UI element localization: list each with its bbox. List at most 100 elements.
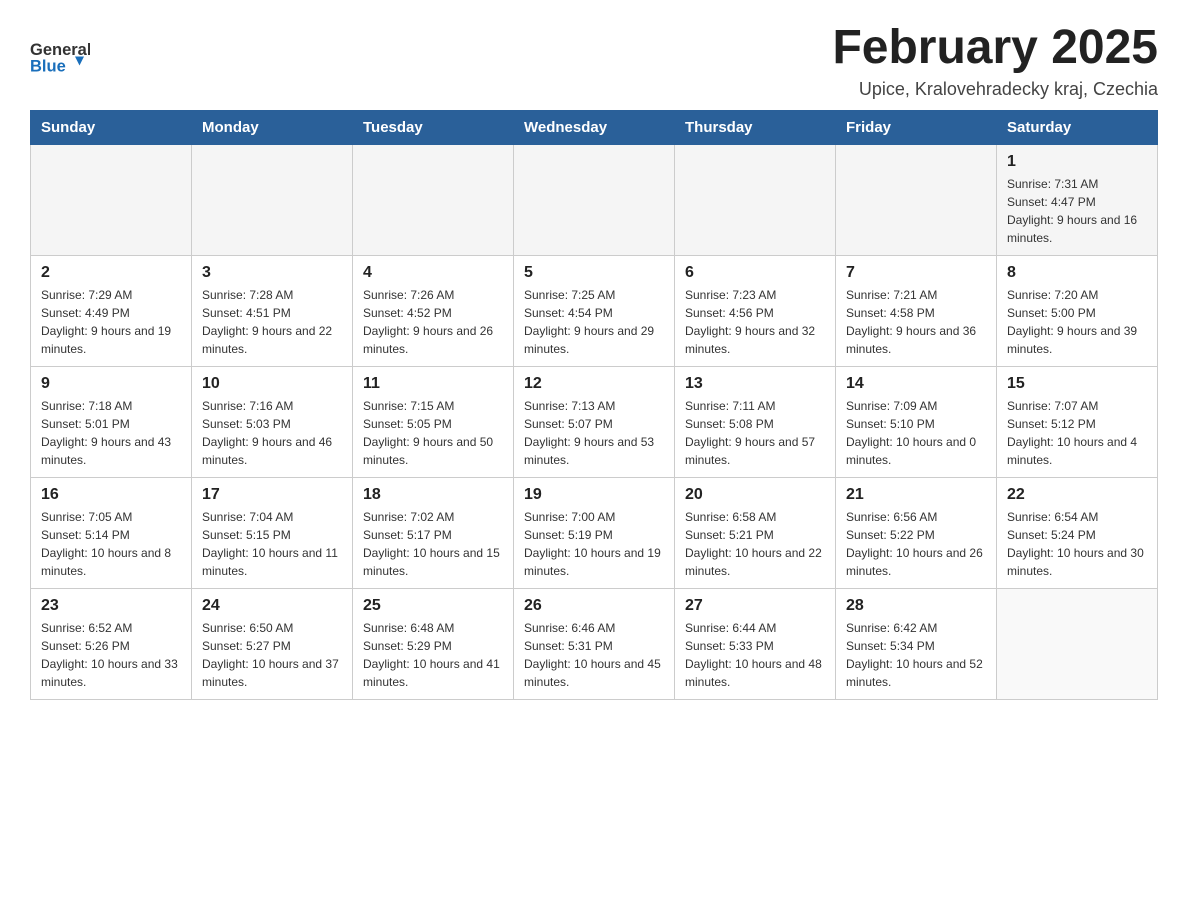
calendar-cell-w4-d2: 17Sunrise: 7:04 AMSunset: 5:15 PMDayligh… <box>192 478 353 589</box>
calendar-cell-w2-d1: 2 Sunrise: 7:29 AMSunset: 4:49 PMDaylight… <box>31 256 192 367</box>
sunset-text: Sunset: 5:34 PM <box>846 637 986 655</box>
sunrise-text: Sunrise: 6:56 AM <box>846 508 986 526</box>
sunset-text: Sunset: 5:05 PM <box>363 415 503 433</box>
calendar-cell-w3-d6: 14Sunrise: 7:09 AMSunset: 5:10 PMDayligh… <box>836 367 997 478</box>
daylight-text: Daylight: 10 hours and 15 minutes. <box>363 544 503 580</box>
sunrise-text: Sunrise: 7:15 AM <box>363 397 503 415</box>
sunrise-text: Sunrise: 7:09 AM <box>846 397 986 415</box>
calendar-cell-w2-d6: 7Sunrise: 7:21 AMSunset: 4:58 PMDaylight… <box>836 256 997 367</box>
daylight-text: Daylight: 9 hours and 22 minutes. <box>202 322 342 358</box>
day-number: 23 <box>41 597 181 615</box>
sunset-text: Sunset: 5:03 PM <box>202 415 342 433</box>
calendar-week-5: 23 Sunrise: 6:52 AMSunset: 5:26 PMDayligh… <box>31 589 1158 700</box>
sunset-text: Sunset: 5:07 PM <box>524 415 664 433</box>
sunset-text: Sunset: 5:31 PM <box>524 637 664 655</box>
calendar-cell-w3-d2: 10Sunrise: 7:16 AMSunset: 5:03 PMDayligh… <box>192 367 353 478</box>
daylight-text: Daylight: 10 hours and 19 minutes. <box>524 544 664 580</box>
daylight-text: Daylight: 10 hours and 4 minutes. <box>1007 433 1147 469</box>
day-info: Sunrise: 7:18 AMSunset: 5:01 PMDaylight:… <box>41 397 181 469</box>
sunset-text: Sunset: 4:47 PM <box>1007 193 1147 211</box>
sunrise-text: Sunrise: 7:25 AM <box>524 286 664 304</box>
day-number: 26 <box>524 597 664 615</box>
day-info: Sunrise: 7:21 AMSunset: 4:58 PMDaylight:… <box>846 286 986 358</box>
day-info: Sunrise: 7:31 AMSunset: 4:47 PMDaylight:… <box>1007 175 1147 247</box>
day-number: 4 <box>363 264 503 282</box>
sunrise-text: Sunrise: 7:07 AM <box>1007 397 1147 415</box>
daylight-text: Daylight: 9 hours and 50 minutes. <box>363 433 503 469</box>
calendar-cell-w4-d6: 21Sunrise: 6:56 AMSunset: 5:22 PMDayligh… <box>836 478 997 589</box>
calendar-cell-w4-d5: 20Sunrise: 6:58 AMSunset: 5:21 PMDayligh… <box>675 478 836 589</box>
header-saturday: Saturday <box>997 111 1158 145</box>
page-subtitle: Upice, Kralovehradecky kraj, Czechia <box>832 79 1158 100</box>
sunset-text: Sunset: 5:22 PM <box>846 526 986 544</box>
day-info: Sunrise: 7:07 AMSunset: 5:12 PMDaylight:… <box>1007 397 1147 469</box>
calendar-cell-w3-d3: 11 Sunrise: 7:15 AMSunset: 5:05 PMDayligh… <box>353 367 514 478</box>
sunset-text: Sunset: 4:52 PM <box>363 304 503 322</box>
calendar-cell-w2-d4: 5 Sunrise: 7:25 AMSunset: 4:54 PMDaylight… <box>514 256 675 367</box>
calendar-cell-w3-d7: 15Sunrise: 7:07 AMSunset: 5:12 PMDayligh… <box>997 367 1158 478</box>
calendar-header-row: Sunday Monday Tuesday Wednesday Thursday… <box>31 111 1158 145</box>
daylight-text: Daylight: 9 hours and 36 minutes. <box>846 322 986 358</box>
daylight-text: Daylight: 10 hours and 41 minutes. <box>363 655 503 691</box>
day-number: 6 <box>685 264 825 282</box>
day-number: 2 <box>41 264 181 282</box>
sunrise-text: Sunrise: 7:02 AM <box>363 508 503 526</box>
sunrise-text: Sunrise: 7:31 AM <box>1007 175 1147 193</box>
page-title: February 2025 <box>832 20 1158 75</box>
day-info: Sunrise: 6:56 AMSunset: 5:22 PMDaylight:… <box>846 508 986 580</box>
sunset-text: Sunset: 4:51 PM <box>202 304 342 322</box>
day-info: Sunrise: 7:13 AMSunset: 5:07 PMDaylight:… <box>524 397 664 469</box>
sunrise-text: Sunrise: 7:13 AM <box>524 397 664 415</box>
day-info: Sunrise: 7:29 AMSunset: 4:49 PMDaylight:… <box>41 286 181 358</box>
day-info: Sunrise: 7:15 AMSunset: 5:05 PMDaylight:… <box>363 397 503 469</box>
day-info: Sunrise: 7:02 AMSunset: 5:17 PMDaylight:… <box>363 508 503 580</box>
sunrise-text: Sunrise: 6:46 AM <box>524 619 664 637</box>
sunset-text: Sunset: 4:54 PM <box>524 304 664 322</box>
calendar-cell-w4-d1: 16Sunrise: 7:05 AMSunset: 5:14 PMDayligh… <box>31 478 192 589</box>
calendar-cell-w1-d1 <box>31 145 192 256</box>
daylight-text: Daylight: 9 hours and 32 minutes. <box>685 322 825 358</box>
sunrise-text: Sunrise: 7:29 AM <box>41 286 181 304</box>
calendar-week-2: 2 Sunrise: 7:29 AMSunset: 4:49 PMDaylight… <box>31 256 1158 367</box>
day-number: 1 <box>1007 153 1147 171</box>
sunrise-text: Sunrise: 7:11 AM <box>685 397 825 415</box>
sunset-text: Sunset: 5:26 PM <box>41 637 181 655</box>
sunset-text: Sunset: 4:58 PM <box>846 304 986 322</box>
day-number: 18 <box>363 486 503 504</box>
sunrise-text: Sunrise: 7:20 AM <box>1007 286 1147 304</box>
sunrise-text: Sunrise: 6:58 AM <box>685 508 825 526</box>
calendar-cell-w2-d3: 4Sunrise: 7:26 AMSunset: 4:52 PMDaylight… <box>353 256 514 367</box>
day-info: Sunrise: 7:00 AMSunset: 5:19 PMDaylight:… <box>524 508 664 580</box>
daylight-text: Daylight: 10 hours and 26 minutes. <box>846 544 986 580</box>
daylight-text: Daylight: 9 hours and 46 minutes. <box>202 433 342 469</box>
calendar-week-1: 1 Sunrise: 7:31 AMSunset: 4:47 PMDaylight… <box>31 145 1158 256</box>
day-info: Sunrise: 7:25 AMSunset: 4:54 PMDaylight:… <box>524 286 664 358</box>
calendar-cell-w1-d6 <box>836 145 997 256</box>
daylight-text: Daylight: 9 hours and 43 minutes. <box>41 433 181 469</box>
calendar-cell-w5-d3: 25 Sunrise: 6:48 AMSunset: 5:29 PMDayligh… <box>353 589 514 700</box>
calendar-table: Sunday Monday Tuesday Wednesday Thursday… <box>30 110 1158 700</box>
daylight-text: Daylight: 10 hours and 11 minutes. <box>202 544 342 580</box>
day-number: 25 <box>363 597 503 615</box>
sunrise-text: Sunrise: 7:16 AM <box>202 397 342 415</box>
calendar-cell-w1-d3 <box>353 145 514 256</box>
header-thursday: Thursday <box>675 111 836 145</box>
calendar-cell-w5-d4: 26Sunrise: 6:46 AMSunset: 5:31 PMDayligh… <box>514 589 675 700</box>
calendar-cell-w1-d5 <box>675 145 836 256</box>
sunset-text: Sunset: 4:56 PM <box>685 304 825 322</box>
day-info: Sunrise: 6:48 AMSunset: 5:29 PMDaylight:… <box>363 619 503 691</box>
sunset-text: Sunset: 5:00 PM <box>1007 304 1147 322</box>
daylight-text: Daylight: 9 hours and 26 minutes. <box>363 322 503 358</box>
day-number: 5 <box>524 264 664 282</box>
calendar-cell-w2-d7: 8Sunrise: 7:20 AMSunset: 5:00 PMDaylight… <box>997 256 1158 367</box>
day-info: Sunrise: 7:23 AMSunset: 4:56 PMDaylight:… <box>685 286 825 358</box>
day-number: 11 <box>363 375 503 393</box>
title-block: February 2025 Upice, Kralovehradecky kra… <box>832 20 1158 100</box>
calendar-cell-w5-d2: 24Sunrise: 6:50 AMSunset: 5:27 PMDayligh… <box>192 589 353 700</box>
day-number: 27 <box>685 597 825 615</box>
daylight-text: Daylight: 10 hours and 22 minutes. <box>685 544 825 580</box>
calendar-cell-w5-d6: 28Sunrise: 6:42 AMSunset: 5:34 PMDayligh… <box>836 589 997 700</box>
day-info: Sunrise: 6:52 AMSunset: 5:26 PMDaylight:… <box>41 619 181 691</box>
sunrise-text: Sunrise: 6:42 AM <box>846 619 986 637</box>
daylight-text: Daylight: 10 hours and 0 minutes. <box>846 433 986 469</box>
